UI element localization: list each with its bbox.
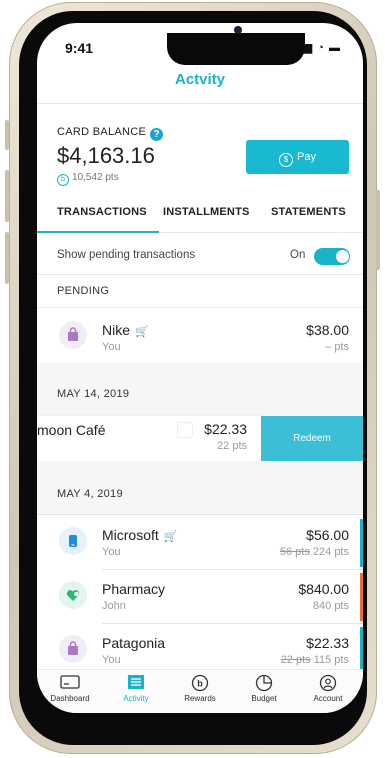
card-balance-label: CARD BALANCE? <box>57 126 164 141</box>
tab-bar-top: TRANSACTIONS INSTALLMENTS STATEMENTS <box>37 206 363 232</box>
phone-icon <box>59 527 87 555</box>
original-points: 22 pts <box>280 654 311 666</box>
card-balance-amount: $4,163.16 <box>57 143 155 168</box>
shopping-bag-icon <box>59 321 87 349</box>
transaction-name: Microsoft 🛒 <box>102 527 178 543</box>
mute-switch <box>5 120 9 150</box>
balance-points: b 10,542 pts <box>57 172 119 186</box>
redeem-button[interactable]: Redeem <box>261 416 363 461</box>
volume-up-button <box>5 170 9 222</box>
tab-account[interactable]: Account <box>297 674 359 703</box>
transaction-name: Nike 🛒 <box>102 322 149 338</box>
transaction-points: 22 pts 115 pts <box>280 654 349 666</box>
original-points: 56 pts <box>279 546 310 558</box>
transaction-amount: $38.00 <box>306 322 349 338</box>
page-title: Actvity <box>174 71 226 88</box>
phone-notch <box>167 33 305 65</box>
transaction-user: John <box>102 600 126 612</box>
card-icon <box>59 674 81 692</box>
list-icon <box>125 674 147 692</box>
transaction-amount: $840.00 <box>298 581 349 597</box>
toggle-divider <box>37 274 363 275</box>
transaction-user: You <box>102 341 121 353</box>
transaction-name: moon Café <box>37 422 106 438</box>
svg-text:b: b <box>197 679 203 689</box>
row-divider <box>102 569 363 570</box>
tab-rewards[interactable]: b Rewards <box>169 674 231 703</box>
transaction-user: You <box>102 654 121 666</box>
transaction-points: 56 pts 224 pts <box>279 546 349 558</box>
row-divider <box>102 623 363 624</box>
help-icon[interactable]: ? <box>150 128 164 141</box>
status-time: 9:41 <box>65 40 94 56</box>
power-button <box>376 190 380 270</box>
section-may-14: MAY 14, 2019 <box>57 388 130 400</box>
transaction-amount: $56.00 <box>306 527 349 543</box>
transaction-row-moon-cafe[interactable]: moon Café $22.33 22 pts <box>37 416 261 461</box>
tab-activity[interactable]: Activity <box>105 674 167 703</box>
header-divider <box>37 103 363 104</box>
pay-button[interactable]: $ Pay <box>246 140 349 174</box>
pending-divider <box>37 307 363 308</box>
tab-dashboard[interactable]: Dashboard <box>39 674 101 703</box>
transaction-name: Patagonia <box>102 635 166 651</box>
tab-budget[interactable]: Budget <box>233 674 295 703</box>
transaction-amount: $22.33 <box>204 421 247 437</box>
heart-icon <box>59 581 87 609</box>
may4-divider <box>37 514 363 515</box>
cart-icon: 🛒 <box>135 326 149 338</box>
pending-toggle-state: On <box>290 249 306 261</box>
user-icon <box>317 674 339 692</box>
points-icon: b <box>57 174 69 186</box>
app-screen: 9:41 ▂▄▆ ◔ ▬ Actvity CARD BALANCE? $4,16… <box>37 23 363 713</box>
transaction-points: 840 pts <box>312 600 349 612</box>
pending-toggle[interactable] <box>314 248 350 265</box>
volume-down-button <box>5 232 9 284</box>
tab-installments[interactable]: INSTALLMENTS <box>163 206 250 218</box>
row-accent <box>360 627 363 669</box>
toggle-knob <box>336 250 349 263</box>
transaction-name: Pharmacy <box>102 581 166 597</box>
transaction-points: 22 pts <box>217 440 247 452</box>
rewards-icon: b <box>189 674 211 692</box>
pending-toggle-label: Show pending transactions <box>57 249 196 261</box>
section-may-4: MAY 4, 2019 <box>57 488 123 500</box>
row-accent <box>360 573 363 621</box>
cart-icon: 🛒 <box>163 531 178 543</box>
row-accent <box>360 519 363 567</box>
bottom-tab-bar: Dashboard Activity b Rewards Budget Acco… <box>37 669 363 713</box>
checkbox-icon <box>177 422 193 438</box>
transaction-amount: $22.33 <box>306 635 349 651</box>
transaction-points: – pts <box>325 341 349 353</box>
pay-icon: $ <box>279 153 294 167</box>
tab-transactions[interactable]: TRANSACTIONS <box>57 206 147 218</box>
transaction-user: You <box>102 546 121 558</box>
pie-chart-icon <box>253 674 275 692</box>
active-tab-indicator <box>37 231 159 233</box>
tab-statements[interactable]: STATEMENTS <box>271 206 346 218</box>
section-pending: PENDING <box>57 285 110 297</box>
shopping-bag-icon <box>59 635 87 663</box>
front-camera <box>234 26 242 34</box>
